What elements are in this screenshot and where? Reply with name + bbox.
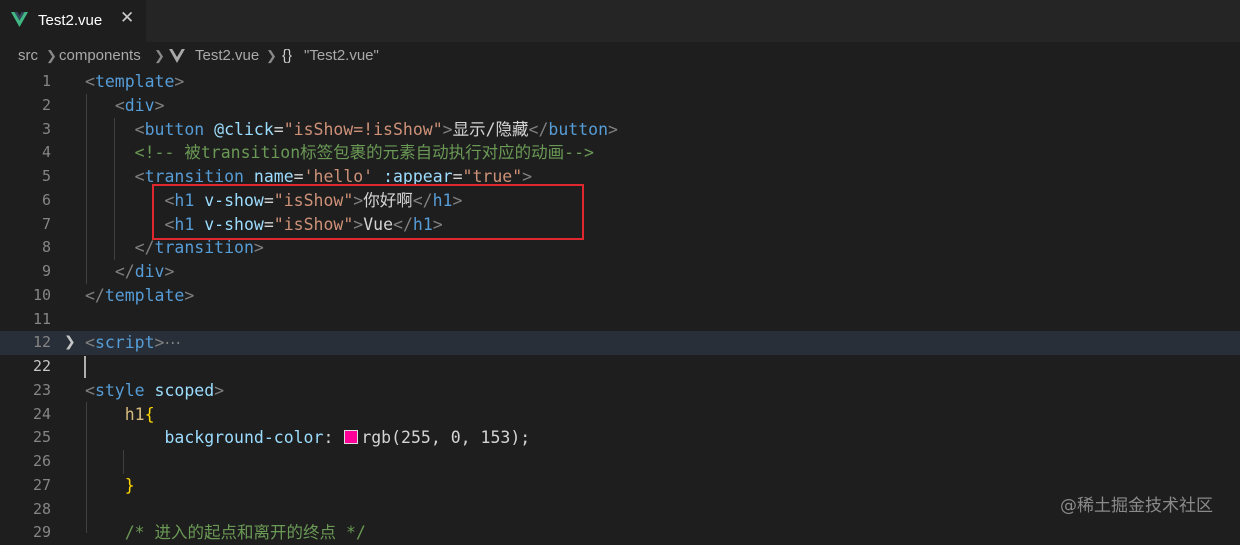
code-editor[interactable]: 1 <template> 2 <div> 3 <button @click="i… xyxy=(0,70,1240,542)
line-number: 6 xyxy=(41,190,51,209)
code-line: 25 background-color: rgb(255, 0, 153); xyxy=(0,426,1240,450)
code-line-folded: 12 ❯ <script>⋯ xyxy=(0,331,1240,355)
code-line: 2 <div> xyxy=(0,94,1240,118)
code-text: </div> xyxy=(114,262,175,281)
code-line: 1 <template> xyxy=(0,70,1240,94)
comment-text: <!-- 被transition标签包裹的元素自动执行对应的动画--> xyxy=(134,143,594,163)
line-number: 8 xyxy=(41,238,51,257)
chevron-right-icon: ❯ xyxy=(46,48,57,63)
code-line: 4 <!-- 被transition标签包裹的元素自动执行对应的动画--> xyxy=(0,141,1240,165)
code-text: } xyxy=(124,475,135,495)
tab-title: Test2.vue xyxy=(38,12,103,29)
code-text: <div> xyxy=(114,95,165,115)
line-number: 9 xyxy=(41,262,51,280)
chevron-right-icon[interactable]: ❯ xyxy=(64,331,76,355)
code-line: 23 <style scoped> xyxy=(0,379,1240,403)
code-line: 27 } xyxy=(0,474,1240,498)
breadcrumb-components[interactable]: components xyxy=(59,47,141,64)
line-number: 26 xyxy=(32,452,51,470)
code-text: <style scoped> xyxy=(85,380,225,400)
line-number: 2 xyxy=(41,95,51,114)
text-cursor xyxy=(84,356,86,378)
chevron-right-icon: ❯ xyxy=(266,48,277,63)
line-number: 27 xyxy=(32,475,51,494)
code-text: </template> xyxy=(85,285,195,305)
line-number: 10 xyxy=(32,285,51,304)
chevron-right-icon: ❯ xyxy=(154,48,165,63)
line-number: 24 xyxy=(32,404,51,423)
code-line: 26 xyxy=(0,450,1240,474)
code-line-current: 22 xyxy=(0,355,1240,379)
tab-bar: Test2.vue ✕ xyxy=(0,0,1240,42)
watermark-text: @稀土掘金技术社区 xyxy=(1060,496,1213,516)
line-number: 5 xyxy=(41,167,51,185)
line-number: 25 xyxy=(32,428,51,447)
line-number: 28 xyxy=(32,499,51,518)
breadcrumb-file[interactable]: Test2.vue xyxy=(195,47,259,64)
line-number: 22 xyxy=(32,357,51,375)
breadcrumb-src[interactable]: src xyxy=(18,47,38,64)
breadcrumb: src ❯ components ❯ Test2.vue ❯ {} "Test2… xyxy=(0,42,1240,70)
line-number: 29 xyxy=(32,523,51,542)
breadcrumb-symbol[interactable]: "Test2.vue" xyxy=(304,47,379,64)
editor-tab-test2-vue[interactable]: Test2.vue ✕ xyxy=(0,0,146,42)
line-number: 11 xyxy=(32,309,51,328)
code-text: background-color: rgb(255, 0, 153); xyxy=(164,428,531,448)
code-text: <template> xyxy=(85,72,185,91)
line-number: 3 xyxy=(41,119,51,138)
line-number: 4 xyxy=(41,143,51,162)
line-number: 23 xyxy=(32,380,51,399)
close-icon[interactable]: ✕ xyxy=(120,8,134,28)
code-text: <script>⋯ xyxy=(85,333,181,353)
fold-ellipsis-icon[interactable]: ⋯ xyxy=(164,333,181,352)
line-number: 7 xyxy=(41,214,51,233)
code-line: 10 </template> xyxy=(0,284,1240,308)
highlight-annotation-box xyxy=(152,184,584,240)
code-line: 24 h1{ xyxy=(0,403,1240,427)
code-comment: <!-- 被transition标签包裹的元素自动执行对应的动画--> xyxy=(85,141,594,165)
css-color-value: rgb(255, 0, 153) xyxy=(361,428,521,448)
code-line: 11 xyxy=(0,308,1240,332)
code-text: <button @click="isShow=!isShow">显示/隐藏</b… xyxy=(134,119,618,139)
code-line: 29 /* 进入的起点和离开的终点 */ xyxy=(0,521,1240,545)
code-comment: /* 进入的起点和离开的终点 */ xyxy=(85,521,366,545)
code-line: 9 </div> xyxy=(0,260,1240,284)
symbol-icon: {} xyxy=(282,47,293,64)
code-text: h1{ xyxy=(124,404,155,424)
button-label-text: 显示/隐藏 xyxy=(452,119,529,139)
vue-file-icon xyxy=(11,12,28,27)
code-line: 28 xyxy=(0,498,1240,522)
vue-file-icon xyxy=(169,49,185,63)
line-number: 1 xyxy=(41,72,51,90)
line-number: 12 xyxy=(32,333,51,352)
code-line: 3 <button @click="isShow=!isShow">显示/隐藏<… xyxy=(0,118,1240,142)
color-swatch[interactable] xyxy=(344,430,359,445)
